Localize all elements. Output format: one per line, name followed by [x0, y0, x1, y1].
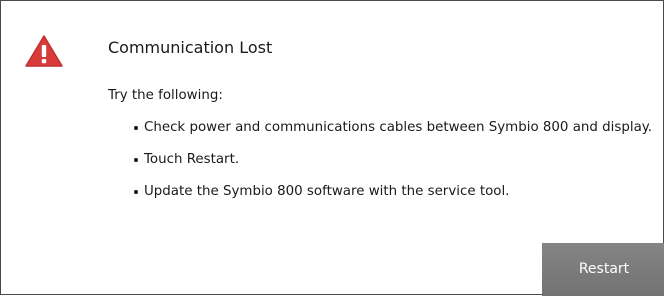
communication-lost-dialog: Communication Lost Try the following: Ch…: [0, 0, 664, 296]
step-touch-restart: Touch Restart.: [134, 151, 652, 169]
dialog-title: Communication Lost: [108, 38, 273, 57]
instructions-intro: Try the following:: [108, 88, 223, 103]
troubleshooting-steps: Check power and communications cables be…: [134, 119, 652, 215]
warning-icon: [25, 35, 63, 67]
restart-button[interactable]: Restart: [542, 243, 664, 296]
step-check-cables: Check power and communications cables be…: [134, 119, 652, 137]
step-update-software: Update the Symbio 800 software with the …: [134, 183, 652, 201]
